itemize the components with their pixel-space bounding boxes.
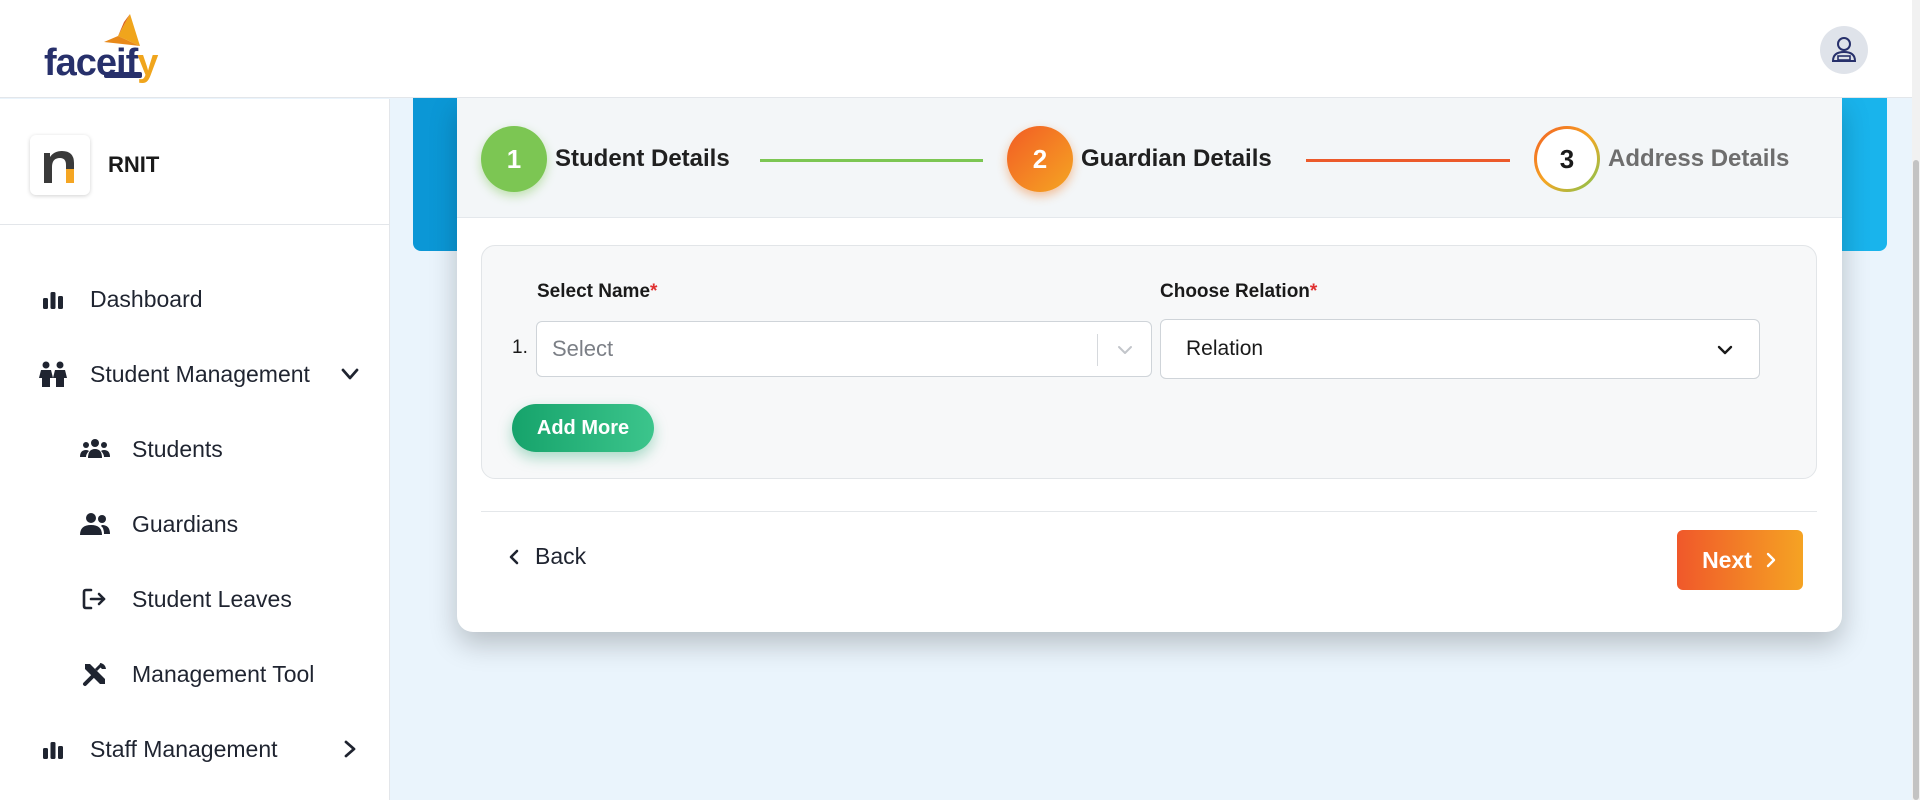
step-number: 2 <box>1032 143 1048 174</box>
row-number: 1. <box>512 337 528 358</box>
sidebar: RNIT Dashboard Student Management Studen… <box>0 99 390 800</box>
user-avatar-icon <box>1831 37 1857 62</box>
tools-icon <box>80 660 110 688</box>
bar-chart-icon <box>38 735 68 763</box>
relation-select[interactable]: Relation <box>1160 319 1760 379</box>
bar-chart-icon <box>38 285 68 313</box>
sidebar-item-label: Staff Management <box>90 735 278 762</box>
step-3-circle[interactable]: 3 <box>1534 126 1600 192</box>
back-button[interactable]: Back <box>507 543 586 570</box>
logo-text: faceify <box>44 42 158 84</box>
step-number: 3 <box>1559 143 1575 174</box>
sidebar-item-management-tool[interactable]: Management Tool <box>80 660 314 688</box>
step-1-circle[interactable]: 1 <box>481 126 547 192</box>
step-number: 1 <box>506 143 522 174</box>
chevron-right-icon <box>344 740 356 758</box>
page-scrollbar-thumb[interactable] <box>1913 160 1919 800</box>
users-icon <box>80 510 110 538</box>
sidebar-item-label: Management Tool <box>132 660 315 687</box>
step-connector-1 <box>760 159 983 162</box>
logo-tagline-bar <box>104 72 142 78</box>
chevron-right-icon <box>1766 552 1776 568</box>
next-label: Next <box>1702 546 1752 573</box>
org-logo-icon <box>44 151 74 183</box>
back-label: Back <box>535 543 587 569</box>
faceify-logo[interactable]: faceify <box>42 14 172 84</box>
users-group-icon <box>80 435 110 463</box>
guardian-form-section: Select Name* Choose Relation* 1. Select … <box>481 245 1817 479</box>
add-more-button[interactable]: Add More <box>512 404 654 452</box>
step-connector-2 <box>1306 159 1510 162</box>
sidebar-item-student-leaves[interactable]: Student Leaves <box>80 585 292 613</box>
org-logo <box>30 135 90 195</box>
sign-out-icon <box>80 585 110 613</box>
select-separator <box>1097 334 1098 366</box>
step-2-circle[interactable]: 2 <box>1007 126 1073 192</box>
sidebar-item-guardians[interactable]: Guardians <box>80 510 238 538</box>
select-name-label: Select Name* <box>537 281 658 302</box>
sidebar-item-label: Dashboard <box>90 285 203 312</box>
relation-selected-value: Relation <box>1186 337 1264 360</box>
next-button[interactable]: Next <box>1677 530 1803 590</box>
choose-relation-label: Choose Relation* <box>1160 281 1318 302</box>
step-2-label: Guardian Details <box>1081 145 1272 172</box>
sidebar-item-students[interactable]: Students <box>80 435 223 463</box>
top-header: faceify <box>0 0 1912 98</box>
sidebar-item-label: Student Leaves <box>132 585 292 612</box>
step-3-label: Address Details <box>1608 145 1790 172</box>
sidebar-item-dashboard[interactable]: Dashboard <box>38 285 203 313</box>
sidebar-item-staff-management[interactable]: Staff Management <box>38 735 368 763</box>
step-1-label: Student Details <box>555 145 730 172</box>
chevron-down-icon <box>341 368 359 380</box>
select-name-dropdown[interactable]: Select <box>536 321 1152 377</box>
profile-button[interactable] <box>1820 26 1868 74</box>
select-name-placeholder: Select <box>552 336 614 361</box>
sidebar-item-label: Students <box>132 435 223 462</box>
sidebar-item-student-management[interactable]: Student Management <box>38 360 368 388</box>
org-name: RNIT <box>108 152 160 177</box>
form-footer-divider <box>481 511 1817 512</box>
students-pair-icon <box>38 360 68 388</box>
progress-stepper: 1 Student Details 2 Guardian Details 3 A… <box>457 98 1842 218</box>
sidebar-item-label: Student Management <box>90 360 310 387</box>
org-header[interactable]: RNIT <box>30 135 159 195</box>
chevron-down-icon <box>1717 345 1733 355</box>
chevron-down-icon <box>1118 346 1132 354</box>
sidebar-divider <box>0 224 390 225</box>
guardian-form-card: 1 Student Details 2 Guardian Details 3 A… <box>457 98 1842 632</box>
sidebar-item-label: Guardians <box>132 510 239 537</box>
chevron-left-icon <box>509 549 519 564</box>
